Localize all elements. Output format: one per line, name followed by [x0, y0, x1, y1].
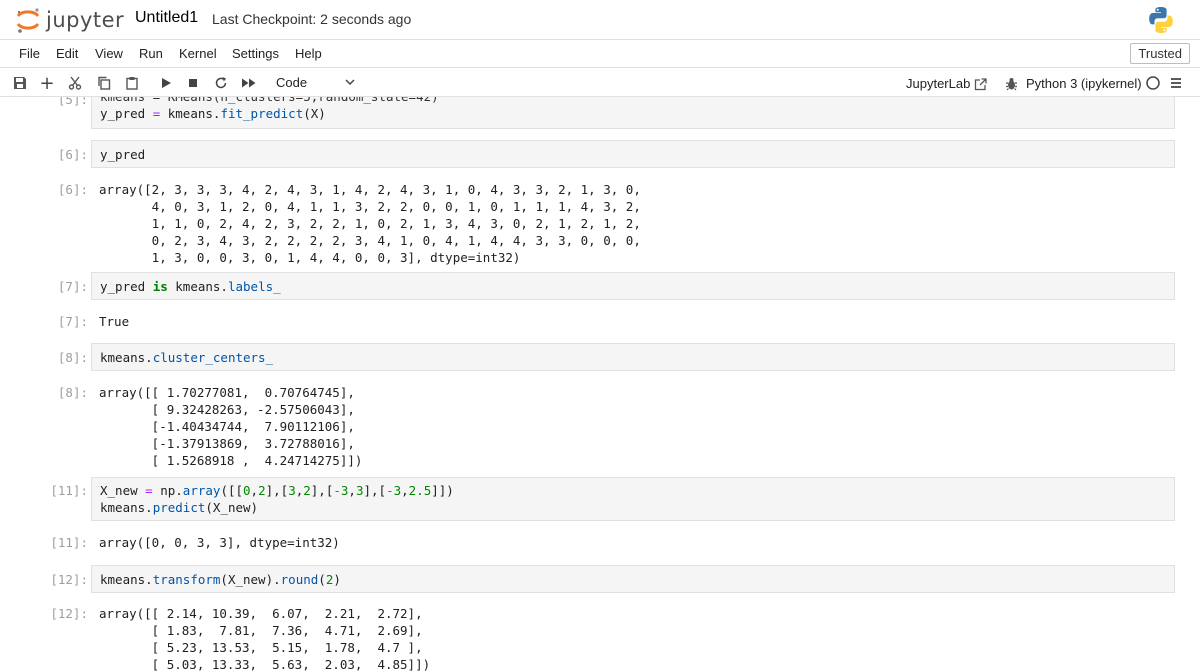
notebook-title[interactable]: Untitled1 — [135, 9, 198, 27]
cut-icon[interactable] — [66, 74, 84, 92]
checkpoint-status: Last Checkpoint: 2 seconds ago — [212, 11, 412, 27]
kernel-idle-icon — [1144, 74, 1162, 92]
output-line: [ 9.32428263, -2.57506043], — [99, 402, 355, 417]
jupyter-logo-text: jupyter — [46, 8, 125, 32]
chevron-down-icon[interactable] — [345, 76, 355, 89]
output-prompt: [11]: — [50, 535, 88, 550]
output-line: [-1.40434744, 7.90112106], — [99, 419, 355, 434]
output-line: [ 5.23, 13.53, 5.15, 1.78, 4.7 ], — [99, 640, 423, 655]
output-line: array([0, 0, 3, 3], dtype=int32) — [99, 535, 340, 550]
code-cell-input[interactable]: kmeans.transform(X_new).round(2) — [91, 565, 1175, 593]
menu-run[interactable]: Run — [139, 46, 163, 61]
code-line: y_pred = kmeans.fit_predict(X) — [100, 106, 326, 121]
top-header: jupyter Untitled1 Last Checkpoint: 2 sec… — [0, 0, 1200, 40]
stop-icon[interactable] — [184, 74, 202, 92]
restart-icon[interactable] — [212, 74, 230, 92]
code-line: kmeans.predict(X_new) — [100, 500, 259, 515]
menu-bar: File Edit View Run Kernel Settings Help … — [0, 40, 1200, 68]
output-line: [ 1.5268918 , 4.24714275]]) — [99, 453, 363, 468]
add-cell-icon[interactable]: + — [38, 73, 56, 94]
code-cell-input[interactable]: y_pred — [91, 140, 1175, 168]
output-line: 1, 3, 0, 0, 3, 0, 1, 4, 4, 0, 0, 3], dty… — [99, 250, 521, 265]
notebook-toolbar: + Code JupyterLab Python 3 (ipykernel) — [0, 69, 1200, 97]
code-cell-input[interactable]: y_pred is kmeans.labels_ — [91, 272, 1175, 300]
trusted-indicator[interactable]: Trusted — [1130, 43, 1190, 64]
output-line: [ 5.03, 13.33, 5.63, 2.03, 4.85]]) — [99, 657, 431, 672]
code-cell-input[interactable]: kmeans = KMeans(n_clusters=5,random_stat… — [91, 97, 1175, 129]
output-line: [ 1.83, 7.81, 7.36, 4.71, 2.69], — [99, 623, 423, 638]
cell-prompt: [12]: — [50, 572, 88, 587]
jupyter-logo[interactable]: jupyter — [14, 6, 124, 34]
output-line: [-1.37913869, 3.72788016], — [99, 436, 355, 451]
output-prompt: [7]: — [57, 314, 88, 329]
code-line: kmeans.cluster_centers_ — [100, 350, 274, 365]
cell-prompt: [6]: — [57, 147, 88, 162]
notebook-panel[interactable]: [5]: kmeans = KMeans(n_clusters=5,random… — [0, 97, 1200, 672]
kernel-name[interactable]: Python 3 (ipykernel) — [1026, 76, 1142, 91]
output-line: True — [99, 314, 130, 329]
copy-icon[interactable] — [95, 74, 113, 92]
output-line: 1, 1, 0, 2, 4, 2, 3, 2, 2, 1, 0, 2, 1, 3… — [99, 216, 641, 231]
output-prompt: [6]: — [57, 182, 88, 197]
code-line: y_pred is kmeans.labels_ — [100, 279, 281, 294]
external-link-icon[interactable] — [971, 75, 989, 93]
paste-icon[interactable] — [123, 74, 141, 92]
output-line: array([[ 2.14, 10.39, 6.07, 2.21, 2.72], — [99, 606, 423, 621]
menu-kernel[interactable]: Kernel — [179, 46, 217, 61]
run-icon[interactable] — [157, 74, 175, 92]
menu-settings[interactable]: Settings — [232, 46, 279, 61]
code-cell-input[interactable]: X_new = np.array([[0,2],[3,2],[-3,3],[-3… — [91, 477, 1175, 521]
jupyter-logo-icon — [16, 8, 40, 33]
code-cell-input[interactable]: kmeans.cluster_centers_ — [91, 343, 1175, 371]
jupyterlab-link[interactable]: JupyterLab — [906, 76, 970, 91]
menu-edit[interactable]: Edit — [56, 46, 78, 61]
menu-file[interactable]: File — [19, 46, 40, 61]
output-line: array([2, 3, 3, 3, 4, 2, 4, 3, 1, 4, 2, … — [99, 182, 641, 197]
cell-prompt: [8]: — [57, 350, 88, 365]
output-line: 4, 0, 3, 1, 2, 0, 4, 1, 1, 3, 2, 2, 0, 0… — [99, 199, 641, 214]
menu-hamburger-icon[interactable] — [1167, 74, 1185, 92]
cell-type-select[interactable]: Code — [276, 75, 307, 90]
cell-prompt: [11]: — [50, 483, 88, 498]
output-prompt: [12]: — [50, 606, 88, 621]
save-icon[interactable] — [11, 74, 29, 92]
output-line: array([[ 1.70277081, 0.70764745], — [99, 385, 355, 400]
code-line: kmeans.transform(X_new).round(2) — [100, 572, 341, 587]
python-logo-icon — [1149, 7, 1173, 33]
code-line: X_new = np.array([[0,2],[3,2],[-3,3],[-3… — [100, 483, 454, 498]
cell-prompt: [5]: — [57, 97, 88, 107]
run-all-icon[interactable] — [240, 74, 258, 92]
code-line: kmeans = KMeans(n_clusters=5,random_stat… — [100, 97, 439, 105]
output-prompt: [8]: — [57, 385, 88, 400]
output-line: 0, 2, 3, 4, 3, 2, 2, 2, 2, 3, 4, 1, 0, 4… — [99, 233, 641, 248]
code-line: y_pred — [100, 147, 146, 162]
debugger-bug-icon[interactable] — [1002, 75, 1020, 93]
menu-help[interactable]: Help — [295, 46, 322, 61]
cell-prompt: [7]: — [57, 279, 88, 294]
menu-view[interactable]: View — [95, 46, 123, 61]
